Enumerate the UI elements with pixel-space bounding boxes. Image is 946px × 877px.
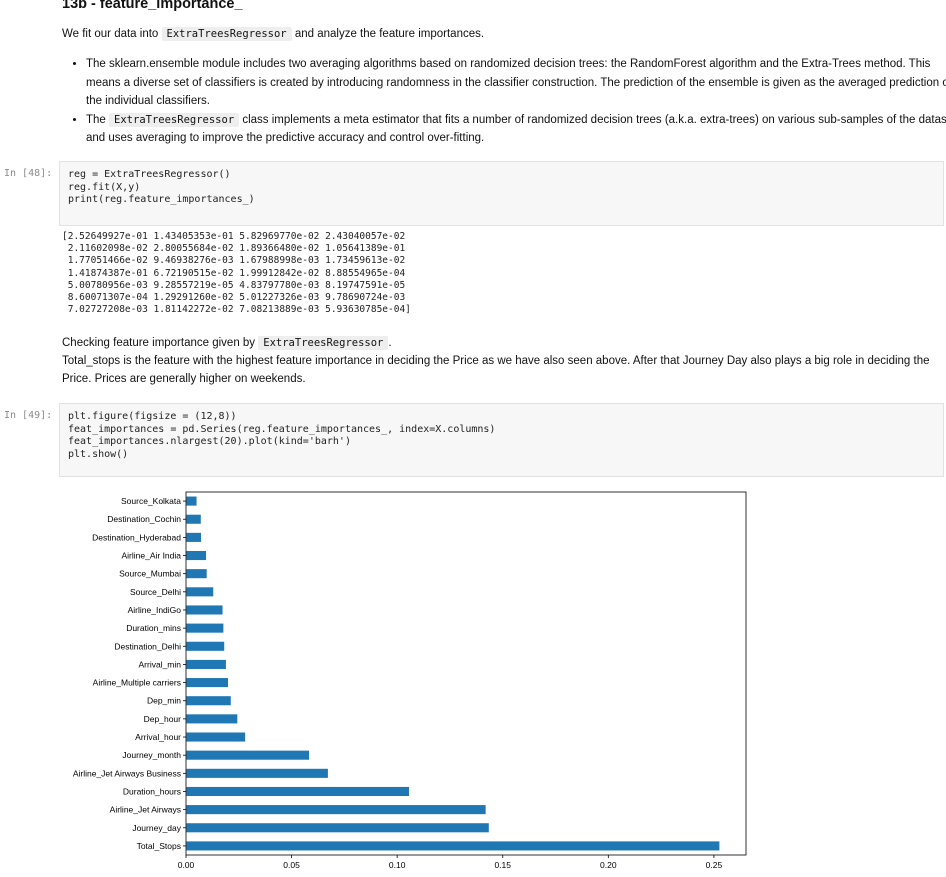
bullet-item: The ExtraTreesRegressor class implements…	[86, 111, 946, 148]
code-line: feat_importances = pd.Series(reg.feature…	[68, 423, 496, 435]
code-line: reg.fit(X,y)	[68, 181, 141, 193]
code-line: print(reg.feature_importances_)	[68, 194, 255, 205]
bar-airline-multiple-carriers	[186, 678, 229, 688]
bar-source-kolkata	[186, 496, 197, 506]
y-tick-label: Airline_Jet Airways Business	[73, 768, 181, 778]
y-tick-label: Dep_min	[147, 696, 181, 706]
bar-dep-min	[186, 696, 231, 706]
x-tick-label: 0.05	[283, 860, 300, 870]
bar-destination-hyderabad	[186, 532, 201, 542]
bar-duration-hours	[186, 786, 409, 797]
code-line: plt.show()	[68, 448, 129, 460]
bar-airline-jet-airways-business	[186, 768, 328, 778]
y-tick-label: Destination_Hyderabad	[92, 532, 181, 542]
bar-airline-jet-airways	[186, 805, 486, 815]
intro-text-end: and analyze the feature importances.	[294, 28, 485, 40]
intro-text: We fit our data into	[62, 28, 159, 40]
inline-code: ExtraTreesRegressor	[109, 112, 240, 127]
section-heading: 13b - feature_importance_	[62, 0, 243, 12]
bar-journey-month	[186, 750, 310, 760]
bar-destination-cochin	[186, 514, 201, 524]
bar-airline-indigo	[186, 605, 223, 615]
bullet-text: The	[86, 113, 106, 126]
y-tick-label: Journey_month	[122, 750, 181, 760]
bar-arrival-hour	[186, 732, 246, 742]
feature-importance-chart: Total_Stops Journey_day Airline_Jet Airway…	[73, 491, 747, 870]
y-tick-label: Arrival_min	[138, 659, 181, 669]
y-tick-label: Source_Mumbai	[119, 569, 181, 579]
y-tick-label: Destination_Cochin	[107, 514, 181, 524]
y-tick-label: Airline_Air India	[121, 551, 181, 561]
y-tick-label: Airline_Jet Airways	[110, 805, 181, 815]
y-tick-label: Destination_Delhi	[114, 641, 181, 651]
explanation-paragraph: Checking feature importance given by Ext…	[62, 334, 944, 388]
y-tick-label: Airline_Multiple carriers	[93, 678, 181, 688]
code-cell[interactable]: reg = ExtraTreesRegressor() reg.fit(X,y)…	[59, 161, 944, 226]
bar-source-delhi	[186, 587, 214, 597]
bar-airline-air-india	[186, 550, 207, 561]
intro-paragraph: We fit our data into ExtraTreesRegressor…	[62, 25, 944, 43]
y-tick-label: Arrival_hour	[135, 732, 181, 742]
y-tick-label: Airline_IndiGo	[128, 605, 182, 615]
x-tick-label: 0.10	[389, 860, 406, 870]
y-tick-label: Source_Delhi	[130, 587, 181, 597]
inline-code: ExtraTreesRegressor	[161, 27, 292, 41]
bullet-item: The sklearn.ensemble module includes two…	[86, 55, 946, 111]
cell-prompt: In [48]:	[4, 168, 53, 179]
cell-prompt: In [49]:	[4, 410, 53, 421]
bar-journey-day	[186, 823, 489, 833]
bar-duration-mins	[186, 623, 224, 633]
paragraph-text: Checking feature importance given by	[62, 337, 256, 349]
code-line: plt.figure(figsize = (12,8))	[68, 411, 237, 422]
x-tick-label: 0.00	[178, 860, 195, 870]
bar-arrival-min	[186, 659, 226, 669]
x-tick-label: 0.15	[494, 860, 511, 870]
cell-output: [2.52649927e-01 1.43405353e-01 5.8296977…	[62, 231, 411, 316]
inline-code: ExtraTreesRegressor	[258, 336, 389, 350]
bar-source-mumbai	[186, 569, 207, 579]
bullet-list: The sklearn.ensemble module includes two…	[62, 55, 946, 148]
y-tick-label: Total_Stops	[137, 841, 181, 851]
y-tick-label: Duration_hours	[123, 786, 181, 796]
plot-frame	[185, 491, 747, 856]
paragraph-text: .	[388, 337, 392, 349]
code-line: feat_importances.nlargest(20).plot(kind=…	[68, 436, 351, 447]
bullet-text: The sklearn.ensemble module includes two…	[86, 58, 946, 107]
y-tick-label: Source_Kolkata	[121, 496, 181, 506]
paragraph-text: Total_stops is the feature with the high…	[62, 355, 930, 385]
bar-dep-hour	[186, 714, 238, 724]
code-cell[interactable]: plt.figure(figsize = (12,8)) feat_import…	[59, 403, 944, 477]
x-tick-label: 0.25	[706, 860, 723, 870]
x-tick-label: 0.20	[600, 860, 617, 870]
code-line: reg = ExtraTreesRegressor()	[68, 169, 231, 180]
y-tick-label: Journey_day	[132, 823, 181, 833]
bar-destination-delhi	[186, 641, 225, 651]
bar-total-stops	[186, 841, 720, 851]
y-tick-label: Dep_hour	[144, 714, 182, 724]
y-tick-label: Duration_mins	[126, 623, 181, 633]
